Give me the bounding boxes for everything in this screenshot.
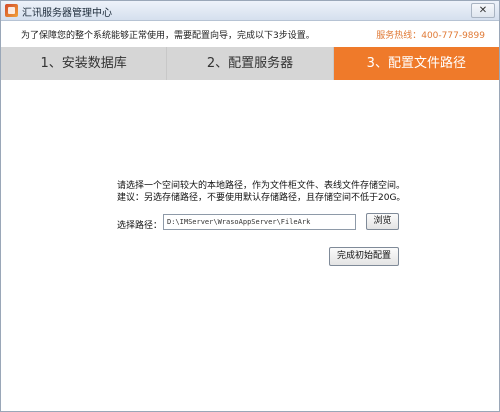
- description-line-1: 请选择一个空间较大的本地路径，作为文件柜文件、表线文件存储空间。: [117, 181, 406, 191]
- notice-bar: 为了保障您的整个系统能够正常使用，需要配置向导，完成以下3步设置。 服务热线：4…: [1, 21, 499, 47]
- path-input[interactable]: [163, 214, 356, 230]
- window-title: 汇讯服务器管理中心: [22, 8, 112, 19]
- step-configure-file-path: 3、配置文件路径: [332, 47, 499, 80]
- description-line-2: 建议：另选存储路径，不要使用默认存储路径，且存储空间不低于20G。: [117, 193, 406, 203]
- finish-setup-button[interactable]: 完成初始配置: [329, 247, 399, 266]
- title-bar: 汇讯服务器管理中心 ✕: [1, 1, 499, 21]
- step-install-database: 1、安装数据库: [40, 56, 127, 71]
- path-description: 请选择一个空间较大的本地路径，作为文件柜文件、表线文件存储空间。 建议：另选存储…: [117, 180, 417, 204]
- wizard-steps: 1、安装数据库 2、配置服务器 3、配置文件路径: [1, 47, 499, 80]
- app-logo-icon: [5, 4, 18, 17]
- main-content: 请选择一个空间较大的本地路径，作为文件柜文件、表线文件存储空间。 建议：另选存储…: [1, 80, 499, 411]
- path-label: 选择路径：: [117, 221, 163, 231]
- browse-button[interactable]: 浏览: [366, 213, 399, 230]
- close-button[interactable]: ✕: [471, 3, 495, 18]
- notice-text: 为了保障您的整个系统能够正常使用，需要配置向导，完成以下3步设置。: [21, 31, 315, 41]
- service-hotline: 服务热线：400-777-9899: [376, 31, 485, 41]
- step-configure-server: 2、配置服务器: [166, 47, 332, 80]
- app-window: 汇讯服务器管理中心 ✕ 为了保障您的整个系统能够正常使用，需要配置向导，完成以下…: [0, 0, 500, 412]
